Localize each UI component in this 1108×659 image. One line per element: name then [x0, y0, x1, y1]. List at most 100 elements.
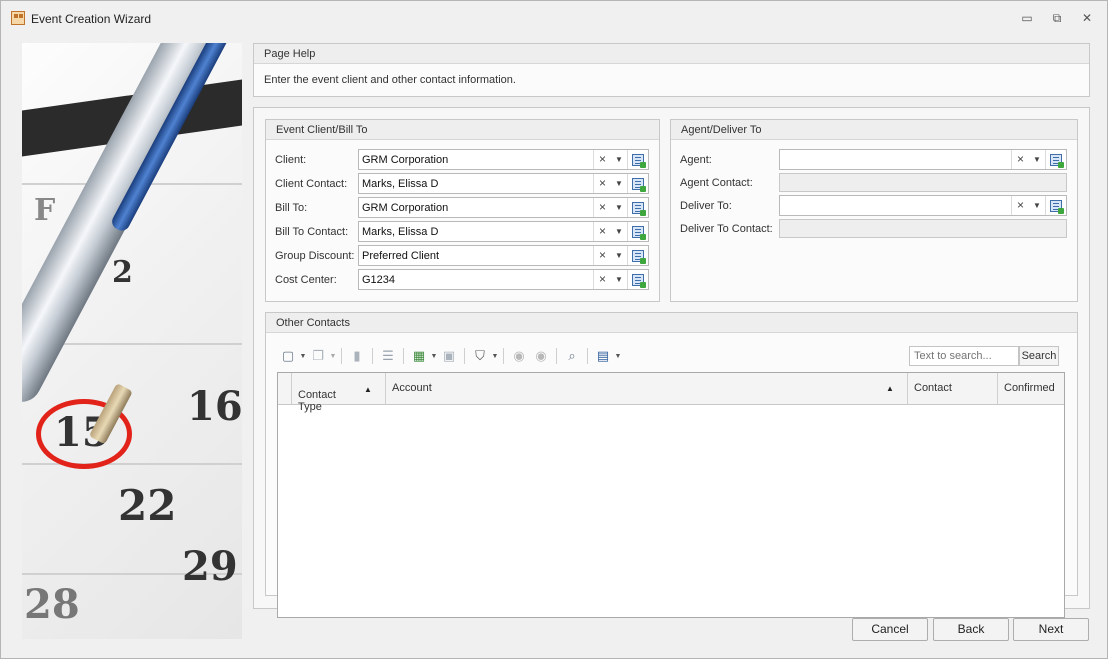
- clear-icon[interactable]: ×: [593, 198, 611, 217]
- agent-label: Agent:: [680, 154, 712, 166]
- chevron-down-icon[interactable]: ▼: [329, 353, 337, 360]
- chevron-down-icon[interactable]: ▼: [611, 150, 627, 169]
- bill-to-value: GRM Corporation: [362, 202, 449, 214]
- column-confirmed[interactable]: Confirmed: [998, 373, 1064, 405]
- cost-center-value: G1234: [362, 274, 396, 286]
- clear-icon[interactable]: ×: [593, 150, 611, 169]
- page-help-text: Enter the event client and other contact…: [264, 74, 516, 86]
- calendar-number: F: [34, 193, 56, 228]
- save-icon[interactable]: ▤: [592, 345, 614, 367]
- chevron-down-icon[interactable]: ▼: [611, 246, 627, 265]
- chevron-down-icon[interactable]: ▼: [614, 353, 622, 360]
- cost-center-label: Cost Center:: [275, 274, 337, 286]
- export-icon[interactable]: ▣: [438, 345, 460, 367]
- client-label: Client:: [275, 154, 307, 166]
- client-contact-value: Marks, Elissa D: [362, 178, 439, 190]
- contacts-grid: Contact Type ▲ Account ▲ Contact Confirm…: [277, 372, 1065, 618]
- client-contact-combo[interactable]: Marks, Elissa D × ▼: [358, 173, 649, 194]
- deliver-to-label: Deliver To:: [680, 200, 732, 212]
- clear-icon[interactable]: ×: [593, 246, 611, 265]
- next-button[interactable]: Next: [1013, 618, 1089, 641]
- column-account-label: Account: [392, 382, 432, 394]
- calendar-number: 2: [112, 255, 133, 290]
- search-button[interactable]: Search: [1019, 346, 1059, 366]
- filter-icon[interactable]: ⛉: [469, 345, 491, 367]
- deliver-to-contact-field: [779, 219, 1067, 238]
- copy-icon[interactable]: ❐: [307, 345, 329, 367]
- new-record-icon[interactable]: ▢: [277, 345, 299, 367]
- column-contact-type-label: Contact Type: [298, 389, 336, 413]
- chevron-down-icon[interactable]: ▼: [611, 198, 627, 217]
- lookup-icon[interactable]: [627, 174, 647, 193]
- bill-to-combo[interactable]: GRM Corporation × ▼: [358, 197, 649, 218]
- chevron-down-icon[interactable]: ▼: [611, 174, 627, 193]
- minimize-icon[interactable]: ▭: [1017, 9, 1037, 27]
- bill-to-contact-label: Bill To Contact:: [275, 226, 349, 238]
- lookup-icon[interactable]: [627, 270, 647, 289]
- clear-icon[interactable]: ×: [1011, 196, 1029, 215]
- column-contact-label: Contact: [914, 382, 952, 394]
- chevron-down-icon[interactable]: ▼: [1029, 150, 1045, 169]
- clear-icon[interactable]: ×: [1011, 150, 1029, 169]
- column-confirmed-label: Confirmed: [1004, 382, 1055, 394]
- grid-header: Contact Type ▲ Account ▲ Contact Confirm…: [278, 373, 1064, 413]
- sort-asc-icon: ▲: [886, 384, 894, 393]
- lookup-icon[interactable]: [627, 150, 647, 169]
- page-help-header: Page Help: [254, 44, 1089, 64]
- calendar-number: 29: [182, 543, 238, 590]
- back-button[interactable]: Back: [933, 618, 1009, 641]
- maximize-icon[interactable]: ⧉: [1047, 9, 1067, 27]
- move-down-icon[interactable]: ◉: [530, 345, 552, 367]
- client-combo[interactable]: GRM Corporation × ▼: [358, 149, 649, 170]
- columns-icon[interactable]: ▦: [408, 345, 430, 367]
- group-discount-combo[interactable]: Preferred Client × ▼: [358, 245, 649, 266]
- calendar-pen-image: F 2 3 15 16 22 29 28: [22, 43, 242, 639]
- close-icon[interactable]: ✕: [1077, 9, 1097, 27]
- sort-asc-icon: ▲: [364, 385, 372, 394]
- cost-center-combo[interactable]: G1234 × ▼: [358, 269, 649, 290]
- chevron-down-icon[interactable]: ▼: [299, 353, 307, 360]
- column-account[interactable]: Account ▲: [386, 373, 908, 405]
- agent-contact-field: [779, 173, 1067, 192]
- wizard-window: Event Creation Wizard ▭ ⧉ ✕ F 2 3 15 16 …: [0, 0, 1108, 659]
- column-contact-type[interactable]: Contact Type ▲: [292, 373, 386, 413]
- list-icon[interactable]: ☰: [377, 345, 399, 367]
- move-up-icon[interactable]: ◉: [508, 345, 530, 367]
- bill-to-contact-combo[interactable]: Marks, Elissa D × ▼: [358, 221, 649, 242]
- deliver-to-combo[interactable]: × ▼: [779, 195, 1067, 216]
- chevron-down-icon[interactable]: ▼: [611, 270, 627, 289]
- other-contacts-header: Other Contacts: [266, 313, 1077, 333]
- lookup-icon[interactable]: [1045, 196, 1065, 215]
- calendar-number: 28: [24, 581, 80, 628]
- title-bar: Event Creation Wizard ▭ ⧉ ✕: [1, 1, 1107, 35]
- clear-icon[interactable]: ×: [593, 174, 611, 193]
- calendar-number: 22: [118, 481, 177, 530]
- lookup-icon[interactable]: [627, 246, 647, 265]
- page-help-panel: Page Help Enter the event client and oth…: [253, 43, 1090, 97]
- chevron-down-icon[interactable]: ▼: [491, 353, 499, 360]
- client-group-header: Event Client/Bill To: [266, 120, 659, 140]
- clear-icon[interactable]: ×: [593, 270, 611, 289]
- client-value: GRM Corporation: [362, 154, 449, 166]
- search-input[interactable]: [909, 346, 1019, 366]
- app-icon: [11, 11, 25, 25]
- column-contact[interactable]: Contact: [908, 373, 998, 405]
- cancel-button[interactable]: Cancel: [852, 618, 928, 641]
- preview-icon[interactable]: ⌕: [561, 345, 583, 367]
- chevron-down-icon[interactable]: ▼: [611, 222, 627, 241]
- group-discount-label: Group Discount:: [275, 250, 355, 262]
- client-contact-label: Client Contact:: [275, 178, 348, 190]
- chevron-down-icon[interactable]: ▼: [430, 353, 438, 360]
- lookup-icon[interactable]: [627, 222, 647, 241]
- chevron-down-icon[interactable]: ▼: [1029, 196, 1045, 215]
- lookup-icon[interactable]: [627, 198, 647, 217]
- lookup-icon[interactable]: [1045, 150, 1065, 169]
- agent-combo[interactable]: × ▼: [779, 149, 1067, 170]
- agent-contact-label: Agent Contact:: [680, 177, 753, 189]
- clear-icon[interactable]: ×: [593, 222, 611, 241]
- group-discount-value: Preferred Client: [362, 250, 440, 262]
- delete-icon[interactable]: ▮: [346, 345, 368, 367]
- deliver-to-contact-label: Deliver To Contact:: [680, 223, 773, 235]
- bill-to-label: Bill To:: [275, 202, 308, 214]
- bill-to-contact-value: Marks, Elissa D: [362, 226, 439, 238]
